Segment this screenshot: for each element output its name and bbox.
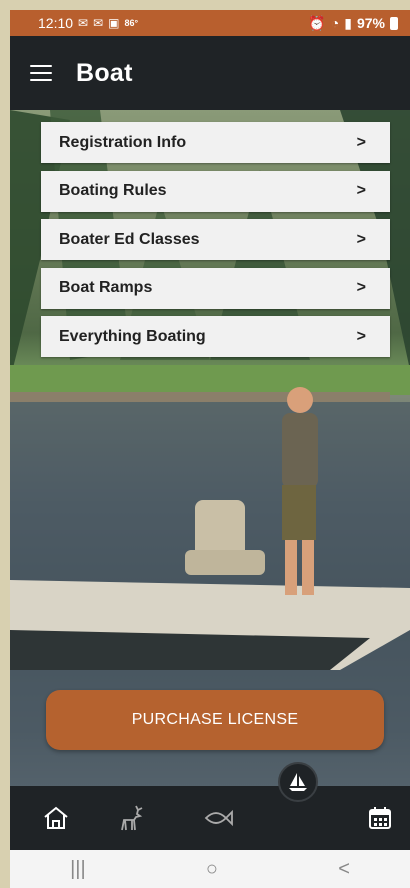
clock: 12:10 [38,15,74,31]
home-button[interactable]: ○ [206,858,218,881]
menu-icon[interactable] [30,65,52,81]
phone-screen: 12:10 ✉ ✉ ▣ 86° ⏰ ◔ ▮ 97% Boat Registrat… [10,10,410,888]
menu-item-registration-info[interactable]: Registration Info > [41,122,390,163]
chevron-right-icon: > [356,182,366,199]
back-button[interactable]: < [338,858,350,881]
menu-item-boater-ed-classes[interactable]: Boater Ed Classes > [41,219,390,260]
temperature: 86° [124,18,139,28]
page-title: Boat [76,58,133,87]
wifi-icon: ◔ [330,15,340,31]
chevron-right-icon: > [356,133,366,151]
fish-icon[interactable] [198,798,238,838]
boat-menu: Registration Info > Boating Rules > Boat… [41,122,390,365]
recents-button[interactable]: ||| [70,858,86,881]
chevron-right-icon: > [356,327,366,345]
chevron-right-icon: > [356,230,366,248]
calendar-icon[interactable] [360,798,400,838]
hero-image: Registration Info > Boating Rules > Boat… [10,110,410,786]
menu-item-label: Boating Rules [59,182,167,199]
home-icon[interactable] [36,798,76,838]
menu-item-label: Boat Ramps [59,279,153,296]
status-bar: 12:10 ✉ ✉ ▣ 86° ⏰ ◔ ▮ 97% [10,10,410,36]
menu-item-everything-boating[interactable]: Everything Boating > [41,316,390,357]
battery-level: 97% [356,15,385,31]
mail-icon: ✉ [93,16,104,30]
purchase-license-label: PURCHASE LICENSE [131,711,299,728]
menu-item-label: Registration Info [59,133,187,151]
chevron-right-icon: > [356,279,366,296]
deer-icon[interactable] [112,798,152,838]
image-icon: ▣ [108,16,120,30]
purchase-license-button[interactable]: PURCHASE LICENSE [46,690,384,750]
bottom-nav [10,762,410,850]
menu-item-boat-ramps[interactable]: Boat Ramps > [41,267,390,309]
battery-icon [390,16,398,30]
system-navigation-bar: ||| ○ < [10,850,410,888]
menu-item-label: Everything Boating [59,327,206,345]
alarm-icon: ⏰ [308,14,326,31]
menu-item-label: Boater Ed Classes [59,230,200,248]
signal-icon: ▮ [344,14,352,31]
gmail-icon: ✉ [78,16,89,30]
sailboat-icon[interactable] [278,762,318,802]
menu-item-boating-rules[interactable]: Boating Rules > [41,170,390,212]
app-header: Boat [10,36,410,110]
